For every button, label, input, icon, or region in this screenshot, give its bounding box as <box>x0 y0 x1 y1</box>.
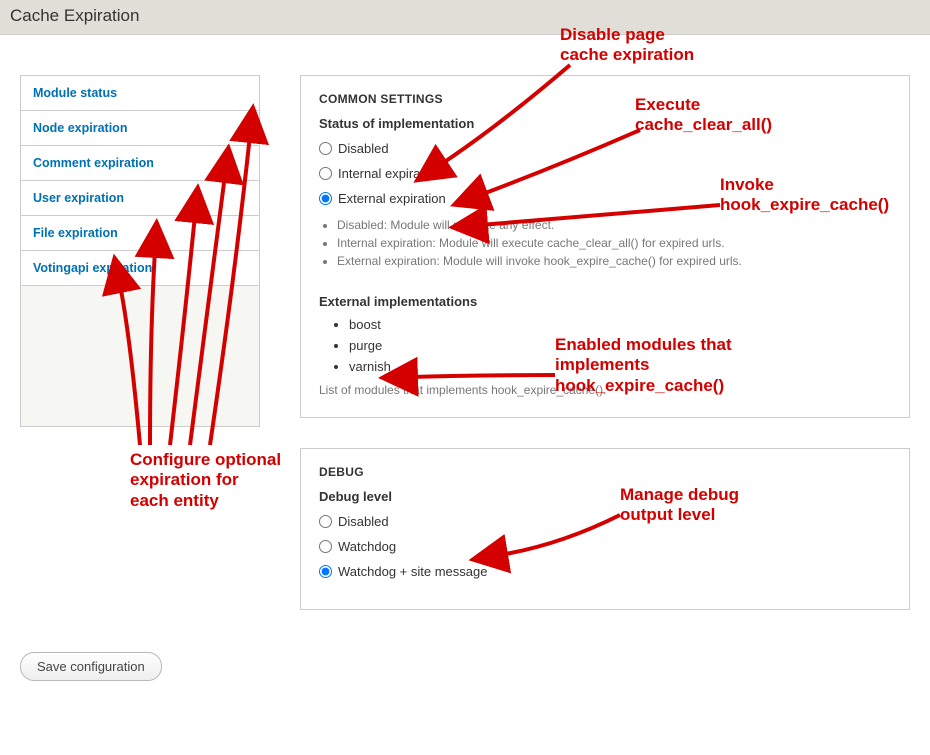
radio-debug-disabled-input[interactable] <box>319 515 332 528</box>
legend-common: COMMON SETTINGS <box>319 92 891 106</box>
legend-debug: DEBUG <box>319 465 891 479</box>
status-label: Status of implementation <box>319 116 891 131</box>
radio-external[interactable]: External expiration <box>319 191 891 206</box>
module-varnish: varnish <box>349 357 891 378</box>
desc-line-1: Disabled: Module will not take any effec… <box>337 216 891 234</box>
radio-internal-input[interactable] <box>319 167 332 180</box>
sidebar-item-votingapi-expiration[interactable]: Votingapi expiration <box>21 251 259 286</box>
sidebar: Module status Node expiration Comment ex… <box>20 75 260 427</box>
debug-level-label: Debug level <box>319 489 891 504</box>
sidebar-empty <box>21 286 259 426</box>
sidebar-item-module-status[interactable]: Module status <box>21 76 259 111</box>
radio-external-input[interactable] <box>319 192 332 205</box>
status-description: Disabled: Module will not take any effec… <box>319 216 891 270</box>
radio-external-label: External expiration <box>338 191 446 206</box>
radio-debug-watchdog[interactable]: Watchdog <box>319 539 891 554</box>
save-button[interactable]: Save configuration <box>20 652 162 681</box>
module-purge: purge <box>349 336 891 357</box>
radio-disabled-input[interactable] <box>319 142 332 155</box>
ext-impl-heading: External implementations <box>319 294 891 309</box>
radio-internal-label: Internal expiration <box>338 166 441 181</box>
radio-debug-watchdog-input[interactable] <box>319 540 332 553</box>
radio-debug-watchdog-label: Watchdog <box>338 539 396 554</box>
sidebar-item-user-expiration[interactable]: User expiration <box>21 181 259 216</box>
radio-debug-watchdog-msg[interactable]: Watchdog + site message <box>319 564 891 579</box>
radio-disabled[interactable]: Disabled <box>319 141 891 156</box>
titlebar: Cache Expiration <box>0 0 930 35</box>
radio-internal[interactable]: Internal expiration <box>319 166 891 181</box>
sidebar-item-file-expiration[interactable]: File expiration <box>21 216 259 251</box>
radio-debug-disabled[interactable]: Disabled <box>319 514 891 529</box>
radio-debug-watchdog-msg-input[interactable] <box>319 565 332 578</box>
module-boost: boost <box>349 315 891 336</box>
desc-line-3: External expiration: Module will invoke … <box>337 252 891 270</box>
module-list-desc: List of modules that implements hook_exp… <box>319 383 891 397</box>
radio-debug-watchdog-msg-label: Watchdog + site message <box>338 564 487 579</box>
fieldset-debug: DEBUG Debug level Disabled Watchdog Watc… <box>300 448 910 610</box>
sidebar-item-node-expiration[interactable]: Node expiration <box>21 111 259 146</box>
radio-debug-disabled-label: Disabled <box>338 514 389 529</box>
page-title: Cache Expiration <box>10 6 920 26</box>
desc-line-2: Internal expiration: Module will execute… <box>337 234 891 252</box>
main-content: COMMON SETTINGS Status of implementation… <box>300 75 910 640</box>
radio-disabled-label: Disabled <box>338 141 389 156</box>
sidebar-item-comment-expiration[interactable]: Comment expiration <box>21 146 259 181</box>
fieldset-common: COMMON SETTINGS Status of implementation… <box>300 75 910 418</box>
module-list: boost purge varnish <box>319 315 891 377</box>
